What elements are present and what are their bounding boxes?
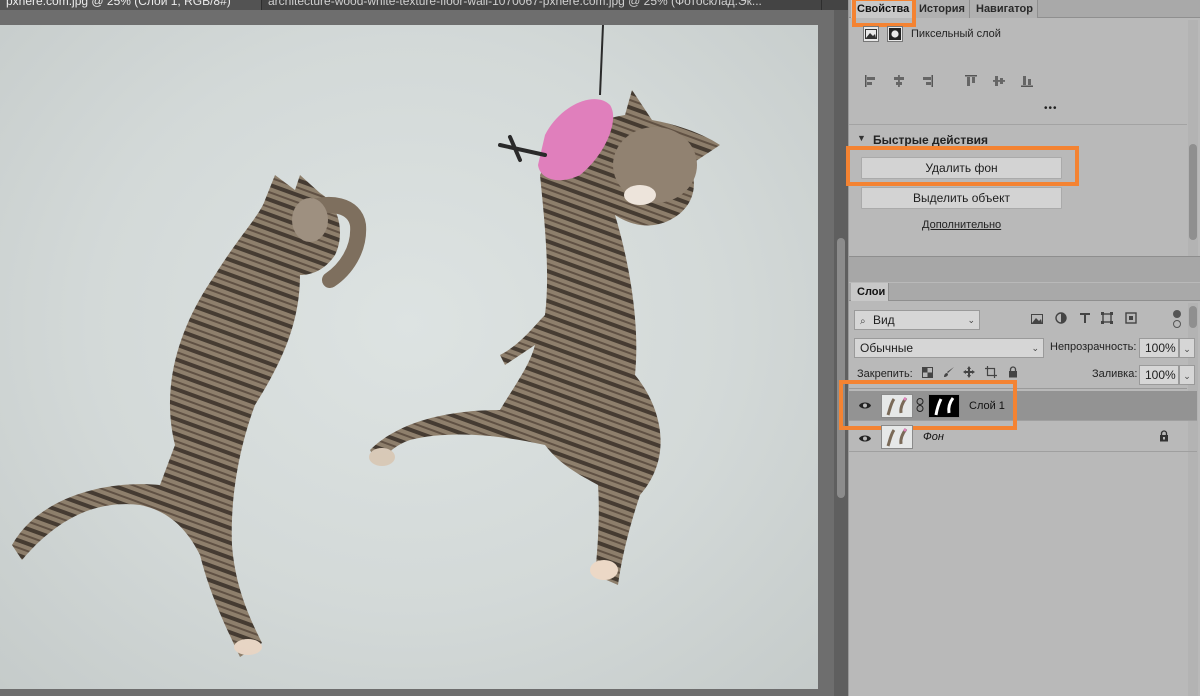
quick-actions-title: Быстрые действия [873, 133, 988, 147]
lock-artboard-icon[interactable] [983, 366, 999, 382]
layers-scrollbar[interactable] [1188, 303, 1198, 696]
opacity-dropdown[interactable]: ⌄ [1179, 338, 1195, 358]
layer1-thumbnail [881, 394, 913, 418]
properties-scroll-thumb[interactable] [1189, 144, 1197, 240]
layer1-mask-thumbnail[interactable] [928, 394, 960, 418]
canvas-vertical-scrollbar[interactable] [834, 10, 848, 696]
tab-history[interactable]: История [913, 0, 970, 18]
align-bottom-icon[interactable] [1019, 74, 1035, 90]
document-area: pxhere.com.jpg @ 25% (Слой 1, RGB/8#) ar… [0, 0, 848, 696]
filter-shape-icon[interactable] [1099, 312, 1115, 328]
document-tab-inactive[interactable]: architecture-wood-white-texture-floor-wa… [262, 0, 822, 10]
cats-illustration [12, 25, 720, 657]
layer1-name[interactable]: Слой 1 [969, 400, 1005, 412]
left-cat [12, 175, 367, 657]
tab-properties[interactable]: Свойства [851, 0, 913, 18]
lock-transparency-icon[interactable] [919, 366, 935, 382]
eye-visibility-icon[interactable] [859, 432, 871, 446]
lock-all-icon[interactable] [1005, 366, 1021, 382]
pink-toy [498, 25, 614, 181]
document-tab-active[interactable]: pxhere.com.jpg @ 25% (Слой 1, RGB/8#) [0, 0, 262, 10]
opacity-label: Непрозрачность: [1050, 341, 1137, 353]
chevron-down-icon[interactable]: ▼ [857, 133, 866, 143]
mask-icon[interactable] [887, 26, 903, 42]
lock-icon [1159, 430, 1169, 445]
background-layer-name[interactable]: Фон [923, 431, 944, 443]
select-subject-button[interactable]: Выделить объект [861, 187, 1062, 209]
fill-dropdown[interactable]: ⌄ [1179, 365, 1195, 385]
lock-label: Закрепить: [857, 368, 913, 380]
filter-smart-object-icon[interactable] [1123, 312, 1139, 328]
divider [849, 124, 1187, 125]
layer-row-background[interactable]: Фон [849, 422, 1197, 452]
tab-navigator[interactable]: Навигатор [970, 0, 1038, 18]
chevron-down-icon: ⌄ [967, 315, 975, 325]
layers-top-divider [849, 388, 1187, 389]
toggle-knob [1173, 310, 1181, 318]
document-tab-bar: pxhere.com.jpg @ 25% (Слой 1, RGB/8#) ar… [0, 0, 848, 10]
properties-tab-bar: Свойства История Навигатор [849, 0, 1200, 18]
pixel-layer-icon [863, 26, 879, 42]
filter-toggle[interactable] [1171, 310, 1183, 330]
filter-image-icon[interactable] [1029, 312, 1045, 328]
filter-type-icon[interactable] [1077, 312, 1093, 328]
chevron-down-icon: ⌄ [1183, 344, 1191, 354]
align-top-icon[interactable] [963, 74, 979, 90]
chevron-down-icon: ⌄ [1183, 371, 1191, 381]
align-left-icon[interactable] [863, 74, 879, 90]
align-v-center-icon[interactable] [991, 74, 1007, 90]
lock-position-move-icon[interactable] [961, 366, 977, 382]
search-icon: ⌕ [860, 316, 866, 327]
opacity-input[interactable]: 100% [1139, 338, 1179, 358]
align-h-center-icon[interactable] [891, 74, 907, 90]
toggle-track [1173, 320, 1181, 328]
canvas-frame [0, 10, 834, 696]
right-panel-dock: Свойства История Навигатор Пиксельный сл… [839, 0, 1200, 696]
fill-input[interactable]: 100% [1139, 365, 1179, 385]
layer-filter-value: Вид [872, 313, 895, 327]
chain-link-icon[interactable] [916, 398, 924, 415]
properties-scrollbar[interactable] [1188, 20, 1198, 256]
canvas-scroll-thumb[interactable] [837, 238, 845, 498]
filter-adjustment-icon[interactable] [1053, 312, 1069, 328]
blend-mode-select[interactable]: Обычные ⌄ [854, 338, 1044, 358]
more-options-icon[interactable]: ••• [1044, 103, 1058, 114]
remove-background-button[interactable]: Удалить фон [861, 157, 1062, 179]
more-actions-link[interactable]: Дополнительно [922, 219, 1001, 231]
fill-label: Заливка: [1092, 368, 1138, 380]
layers-scroll-thumb[interactable] [1189, 306, 1197, 328]
layer-kind-label: Пиксельный слой [911, 28, 1001, 40]
background-thumbnail [881, 425, 913, 449]
chevron-down-icon: ⌄ [1031, 343, 1039, 353]
align-right-icon[interactable] [919, 74, 935, 90]
panel-separator [849, 256, 1200, 282]
canvas-image-jumping-cats[interactable] [0, 25, 818, 689]
layer-filter-select[interactable]: ⌕ Вид ⌄ [854, 310, 980, 330]
tab-layers[interactable]: Слои [851, 283, 889, 301]
layer-row-layer1[interactable]: Слой 1 [849, 391, 1197, 421]
eye-visibility-icon[interactable] [859, 399, 871, 413]
layers-tab-bar: Слои [849, 283, 1200, 301]
blend-mode-value: Обычные [860, 341, 914, 355]
lock-pixels-brush-icon[interactable] [941, 366, 957, 382]
